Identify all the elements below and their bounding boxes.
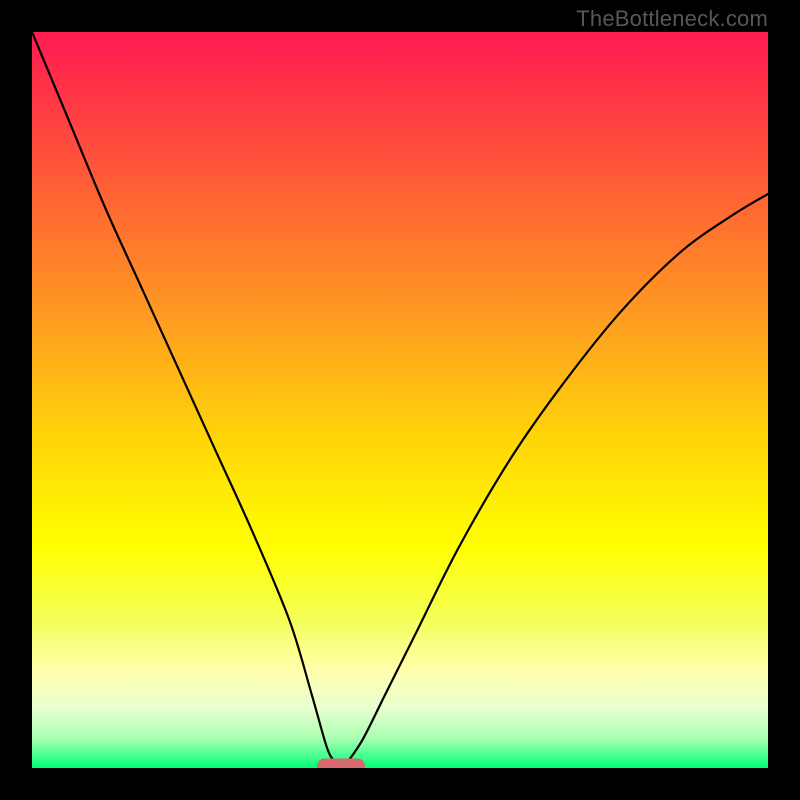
minimum-marker (317, 759, 365, 769)
chart-frame: TheBottleneck.com (0, 0, 800, 800)
plot-area (32, 32, 768, 768)
watermark-text: TheBottleneck.com (576, 6, 768, 32)
bottleneck-curve (32, 32, 768, 768)
